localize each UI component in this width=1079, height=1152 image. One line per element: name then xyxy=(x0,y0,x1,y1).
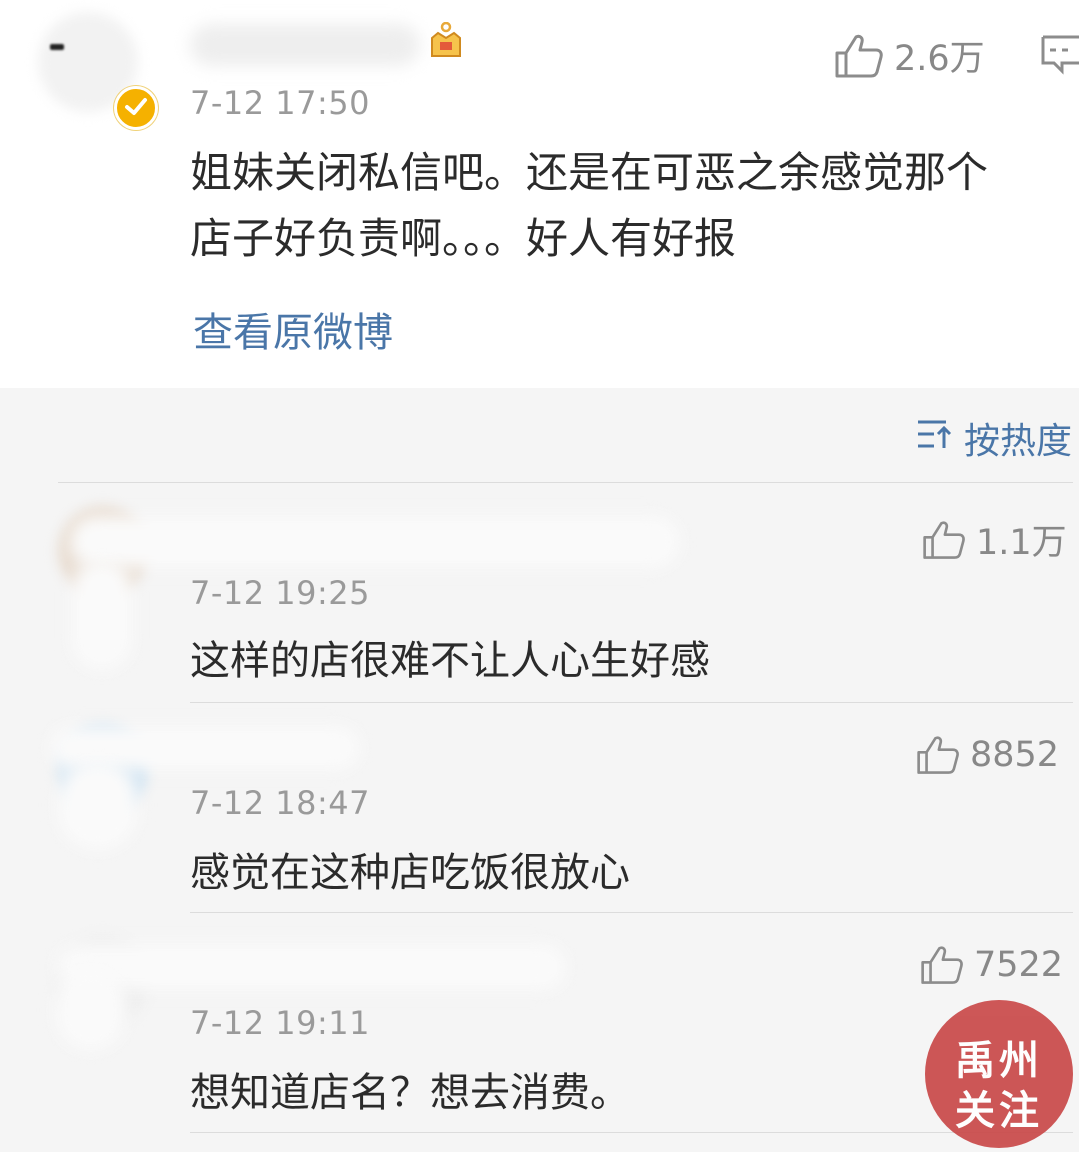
comment-like-button[interactable]: 7522 xyxy=(920,944,1063,986)
post-like-button[interactable]: 2.6万 xyxy=(834,30,985,81)
comment-time: 7-12 19:11 xyxy=(190,1004,371,1042)
post-time: 7-12 17:50 xyxy=(190,84,371,122)
post-text: 姐妹关闭私信吧。还是在可恶之余感觉那个 店子好负责啊。。。好人有好报 xyxy=(190,140,1060,272)
comment-time: 7-12 19:25 xyxy=(190,574,371,612)
comment-like-button[interactable]: 1.1万 xyxy=(922,514,1067,565)
verified-badge-icon xyxy=(114,86,158,130)
comment-like-count: 1.1万 xyxy=(976,523,1067,563)
thumbs-up-icon xyxy=(834,33,884,79)
sort-icon xyxy=(916,418,952,459)
comment-text: 感觉在这种店吃饭很放心 xyxy=(190,850,630,896)
post-username-redacted[interactable] xyxy=(190,24,420,66)
comment-time: 7-12 18:47 xyxy=(190,784,371,822)
post-like-count: 2.6万 xyxy=(894,39,985,79)
avatar-redaction xyxy=(58,760,138,850)
comment-icon[interactable] xyxy=(1040,32,1079,80)
avatar-fragment xyxy=(50,44,64,50)
comment-username-redacted[interactable] xyxy=(56,944,566,990)
watermark-logo: 禹州 关注 xyxy=(925,1000,1073,1148)
comment-text: 想知道店名？想去消费。 xyxy=(190,1070,630,1116)
avatar-redaction xyxy=(56,970,126,1050)
divider xyxy=(190,912,1073,913)
post-text-line-2: 店子好负责啊。。。好人有好报 xyxy=(190,214,737,263)
comment-like-count: 7522 xyxy=(974,945,1064,985)
avatar-redaction xyxy=(72,560,132,670)
sort-label: 按热度 xyxy=(964,421,1073,462)
thumbs-up-icon xyxy=(916,734,960,776)
divider xyxy=(58,482,1073,483)
thumbs-up-icon xyxy=(922,519,966,561)
comment-text: 这样的店很难不让人心生好感 xyxy=(190,638,710,684)
divider xyxy=(190,702,1073,703)
post-text-line-1: 姐妹关闭私信吧。还是在可恶之余感觉那个 xyxy=(190,148,989,197)
original-post: 7-12 17:50 2.6万 姐妹关闭私信吧。还是在可恶之余感觉那个 店子好负… xyxy=(0,0,1079,388)
thumbs-up-icon xyxy=(920,944,964,986)
comment-username-redacted[interactable] xyxy=(70,516,680,568)
comment-like-count: 8852 xyxy=(970,735,1060,775)
sort-by-popularity-button[interactable]: 按热度 xyxy=(916,412,1072,464)
crown-icon xyxy=(428,21,464,60)
comment-like-button[interactable]: 8852 xyxy=(916,734,1059,776)
watermark-line-2: 关注 xyxy=(955,1088,1043,1134)
view-original-link[interactable]: 查看原微博 xyxy=(193,300,393,358)
